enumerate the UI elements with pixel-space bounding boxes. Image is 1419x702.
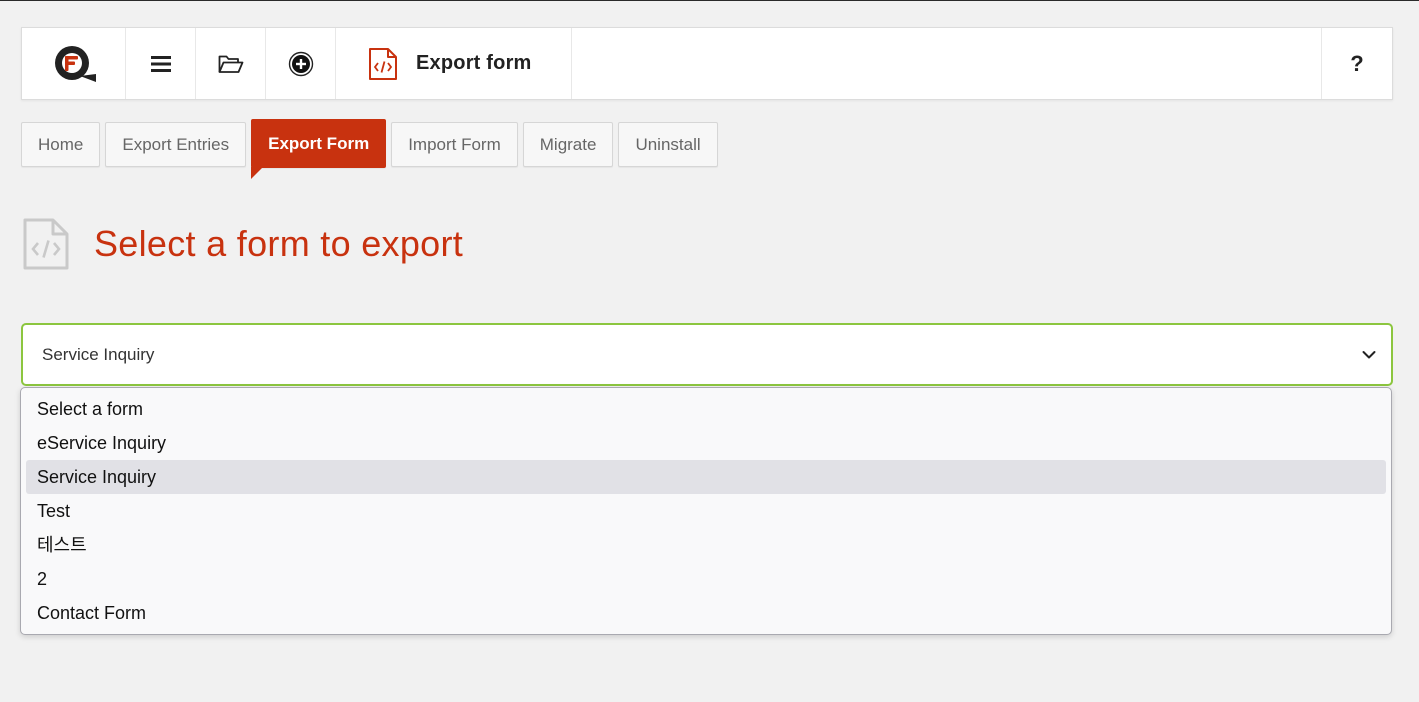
- help-button[interactable]: ?: [1322, 28, 1392, 99]
- toolbar-spacer: [572, 28, 1322, 99]
- dropdown-option[interactable]: eService Inquiry: [26, 426, 1386, 460]
- chevron-down-icon: [1362, 351, 1376, 359]
- plus-circle-icon: [288, 51, 313, 76]
- dropdown-option-selected[interactable]: Service Inquiry: [26, 460, 1386, 494]
- page-title: Export form: [416, 52, 532, 74]
- add-form-button[interactable]: [266, 28, 336, 99]
- open-folder-icon: [218, 55, 243, 73]
- tab-export-form[interactable]: Export Form: [251, 119, 387, 179]
- tab-home[interactable]: Home: [21, 122, 101, 167]
- open-folder-button[interactable]: [196, 28, 266, 99]
- form-select-dropdown: Select a form eService Inquiry Service I…: [20, 387, 1392, 635]
- formlift-logo-icon: [54, 45, 96, 82]
- logo-button[interactable]: [22, 28, 126, 99]
- form-select[interactable]: Service Inquiry: [21, 323, 1393, 386]
- code-file-icon: [23, 218, 69, 270]
- page-title-area: Export form: [336, 28, 572, 99]
- tab-import-form[interactable]: Import Form: [391, 122, 518, 167]
- dropdown-option[interactable]: Contact Form: [26, 596, 1386, 630]
- dropdown-option[interactable]: Select a form: [26, 392, 1386, 426]
- menu-button[interactable]: [126, 28, 196, 99]
- dropdown-option[interactable]: 2: [26, 562, 1386, 596]
- hamburger-menu-icon: [150, 55, 171, 72]
- tab-export-entries[interactable]: Export Entries: [105, 122, 247, 167]
- nav-tabs: Home Export Entries Export Form Import F…: [21, 119, 723, 179]
- section-title: Select a form to export: [94, 223, 464, 264]
- tab-uninstall[interactable]: Uninstall: [618, 122, 718, 167]
- tab-migrate[interactable]: Migrate: [522, 122, 614, 167]
- code-file-icon: [368, 47, 398, 81]
- section-heading: Select a form to export: [22, 217, 463, 271]
- form-select-value: Service Inquiry: [42, 344, 155, 364]
- top-toolbar: Export form ?: [21, 27, 1393, 100]
- dropdown-option[interactable]: 테스트: [26, 528, 1386, 562]
- dropdown-option[interactable]: Test: [26, 494, 1386, 528]
